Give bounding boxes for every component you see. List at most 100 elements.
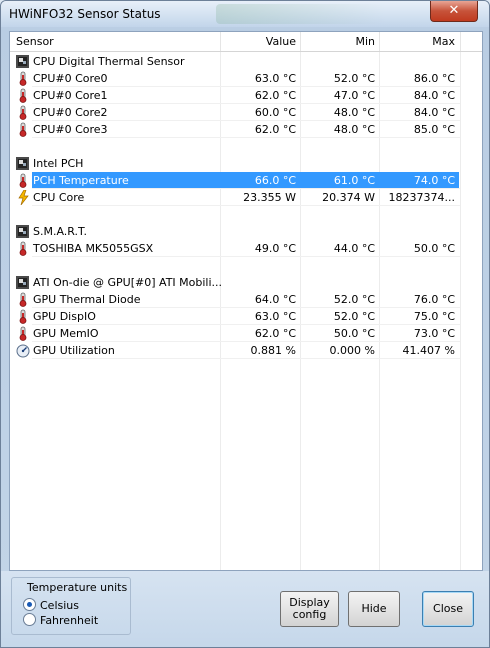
sensor-row[interactable]: GPU DispIO 63.0 °C 52.0 °C 75.0 °C <box>10 308 482 325</box>
sensor-name: GPU Thermal Diode <box>33 293 141 306</box>
sensor-name: CPU#0 Core2 <box>33 106 108 119</box>
display-config-label-line2: config <box>292 608 327 621</box>
group-name: Intel PCH <box>33 157 84 170</box>
sensor-value: 63.0 °C <box>254 72 296 85</box>
display-config-button[interactable]: Display config <box>280 591 339 627</box>
sensor-row[interactable]: CPU#0 Core2 60.0 °C 48.0 °C 84.0 °C <box>10 104 482 121</box>
sensor-row[interactable]: GPU Thermal Diode 64.0 °C 52.0 °C 76.0 °C <box>10 291 482 308</box>
sensor-max: 84.0 °C <box>413 89 455 102</box>
thermometer-icon <box>19 105 27 120</box>
sensor-max: 74.0 °C <box>413 174 455 187</box>
group-name: CPU Digital Thermal Sensor <box>33 55 185 68</box>
radio-unchecked-icon[interactable] <box>23 613 36 626</box>
sensor-max: 73.0 °C <box>413 327 455 340</box>
sensor-row[interactable]: CPU Core 23.355 W 20.374 W 18237374... <box>10 189 482 206</box>
sensor-name: GPU MemIO <box>33 327 99 340</box>
sensor-min: 0.000 % <box>329 344 375 357</box>
close-button[interactable]: Close <box>422 591 474 627</box>
thermometer-icon <box>19 241 27 256</box>
sensor-value: 0.881 % <box>250 344 296 357</box>
column-header-max[interactable]: Max <box>379 32 455 51</box>
sensor-name: GPU DispIO <box>33 310 96 323</box>
window-close-icon[interactable]: ✕ <box>430 1 478 22</box>
fahrenheit-label: Fahrenheit <box>40 614 99 627</box>
column-header-sensor[interactable]: Sensor <box>16 32 54 51</box>
fahrenheit-radio[interactable]: Fahrenheit <box>23 613 98 627</box>
sensor-name: TOSHIBA MK5055GSX <box>33 242 154 255</box>
sensor-row[interactable]: TOSHIBA MK5055GSX 49.0 °C 44.0 °C 50.0 °C <box>10 240 482 257</box>
sensor-name: CPU#0 Core0 <box>33 72 108 85</box>
radio-checked-icon[interactable] <box>23 598 36 611</box>
chip-icon <box>16 55 29 68</box>
sensor-max: 86.0 °C <box>413 72 455 85</box>
sensor-group-header[interactable]: ATI On-die @ GPU[#0] ATI Mobili... <box>10 274 482 291</box>
sensor-row[interactable]: CPU#0 Core0 63.0 °C 52.0 °C 86.0 °C <box>10 70 482 87</box>
group-name: ATI On-die @ GPU[#0] ATI Mobili... <box>33 276 223 289</box>
sensor-name: CPU#0 Core1 <box>33 89 108 102</box>
thermometer-icon <box>19 309 27 324</box>
thermometer-icon <box>19 122 27 137</box>
hide-button[interactable]: Hide <box>348 591 400 627</box>
sensor-value: 64.0 °C <box>254 293 296 306</box>
sensor-value: 66.0 °C <box>254 174 296 187</box>
sensor-value: 62.0 °C <box>254 123 296 136</box>
column-header-value[interactable]: Value <box>220 32 296 51</box>
chip-icon <box>16 157 29 170</box>
gauge-icon <box>16 344 30 358</box>
thermometer-icon <box>19 88 27 103</box>
table-header: Sensor Value Min Max <box>10 32 482 52</box>
sensor-min: 47.0 °C <box>333 89 375 102</box>
column-header-min[interactable]: Min <box>300 32 375 51</box>
sensor-max: 41.407 % <box>402 344 455 357</box>
sensor-max: 50.0 °C <box>413 242 455 255</box>
sensor-group-header[interactable]: CPU Digital Thermal Sensor <box>10 53 482 70</box>
celsius-label: Celsius <box>40 599 79 612</box>
row-divider <box>32 205 460 206</box>
sensor-row[interactable]: CPU#0 Core1 62.0 °C 47.0 °C 84.0 °C <box>10 87 482 104</box>
row-divider <box>32 358 460 359</box>
chip-icon <box>16 276 29 289</box>
chip-icon <box>16 225 29 238</box>
thermometer-icon <box>19 71 27 86</box>
sensor-max: 75.0 °C <box>413 310 455 323</box>
celsius-radio[interactable]: Celsius <box>23 598 79 612</box>
group-name: S.M.A.R.T. <box>33 225 87 238</box>
sensor-value: 62.0 °C <box>254 327 296 340</box>
sensor-min: 44.0 °C <box>333 242 375 255</box>
sensor-status-window: HWiNFO32 Sensor Status ✕ Sensor Value Mi… <box>0 0 490 648</box>
sensor-min: 48.0 °C <box>333 106 375 119</box>
sensor-name: GPU Utilization <box>33 344 115 357</box>
sensor-min: 52.0 °C <box>333 310 375 323</box>
sensor-row[interactable]: CPU#0 Core3 62.0 °C 48.0 °C 85.0 °C <box>10 121 482 138</box>
sensor-row[interactable]: PCH Temperature 66.0 °C 61.0 °C 74.0 °C <box>10 172 482 189</box>
sensor-name: CPU#0 Core3 <box>33 123 108 136</box>
thermometer-icon <box>19 292 27 307</box>
sensor-min: 50.0 °C <box>333 327 375 340</box>
sensor-max: 18237374... <box>388 191 455 204</box>
row-divider <box>32 137 460 138</box>
hide-label: Hide <box>361 602 387 615</box>
sensor-min: 48.0 °C <box>333 123 375 136</box>
sensor-min: 61.0 °C <box>333 174 375 187</box>
sensor-table[interactable]: Sensor Value Min Max CPU Digital Thermal… <box>9 31 483 571</box>
sensor-group-header[interactable]: S.M.A.R.T. <box>10 223 482 240</box>
sensor-max: 84.0 °C <box>413 106 455 119</box>
window-title: HWiNFO32 Sensor Status <box>9 7 161 21</box>
thermometer-icon <box>19 326 27 341</box>
sensor-group-header[interactable]: Intel PCH <box>10 155 482 172</box>
sensor-min: 52.0 °C <box>333 293 375 306</box>
sensor-min: 52.0 °C <box>333 72 375 85</box>
row-divider <box>32 256 460 257</box>
close-label: Close <box>433 602 463 615</box>
sensor-value: 63.0 °C <box>254 310 296 323</box>
sensor-max: 85.0 °C <box>413 123 455 136</box>
sensor-value: 23.355 W <box>243 191 296 204</box>
title-bar[interactable]: HWiNFO32 Sensor Status ✕ <box>1 1 489 27</box>
sensor-row[interactable]: GPU Utilization 0.881 % 0.000 % 41.407 % <box>10 342 482 359</box>
sensor-max: 76.0 °C <box>413 293 455 306</box>
sensor-min: 20.374 W <box>322 191 375 204</box>
thermometer-icon <box>19 173 27 188</box>
sensor-value: 62.0 °C <box>254 89 296 102</box>
sensor-row[interactable]: GPU MemIO 62.0 °C 50.0 °C 73.0 °C <box>10 325 482 342</box>
temperature-units-title: Temperature units <box>27 581 128 594</box>
